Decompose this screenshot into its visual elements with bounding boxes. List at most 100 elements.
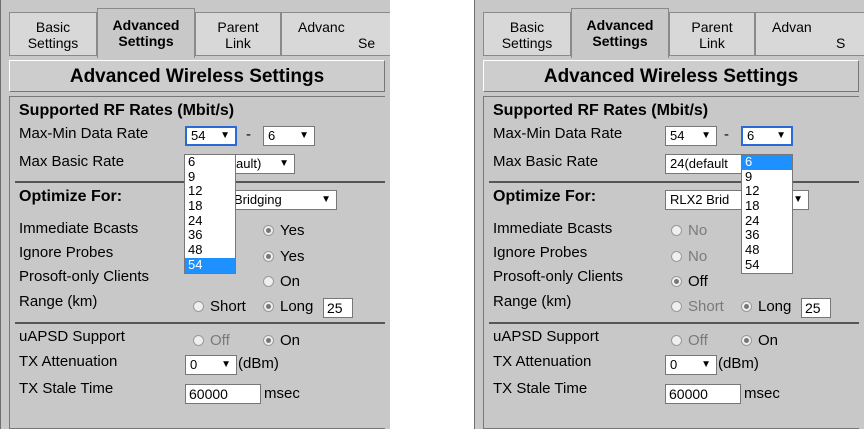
max-rate-select[interactable]: 54 ▼	[665, 126, 717, 146]
ignore-probes-yes-radio[interactable]: Yes	[263, 248, 304, 265]
tab-label-line2: Settings	[118, 33, 174, 49]
ignore-probes-no-radio[interactable]: No	[671, 248, 707, 265]
min-rate-value: 6	[268, 128, 276, 143]
radio-label: No	[688, 248, 708, 265]
tab-parent-link[interactable]: Parent Link	[669, 12, 755, 56]
tx-attenuation-select[interactable]: 0 ▼	[665, 355, 717, 375]
tab-label-line1: Advanced	[586, 17, 654, 33]
radio-icon	[263, 300, 274, 312]
rf-rates-title: Supported RF Rates (Mbit/s)	[493, 102, 709, 119]
min-rate-select[interactable]: 6 ▼	[741, 126, 793, 146]
uapsd-on-radio[interactable]: On	[263, 332, 300, 349]
range-long-radio[interactable]: Long	[263, 298, 313, 315]
radio-icon	[741, 334, 752, 346]
dropdown-option[interactable]: 9	[742, 169, 792, 185]
tx-stale-time-label: TX Stale Time	[19, 380, 114, 397]
dropdown-option[interactable]: 6	[185, 154, 235, 170]
prosoft-clients-off-radio[interactable]: Off	[671, 273, 708, 290]
dropdown-option[interactable]: 12	[742, 184, 792, 199]
section-divider	[489, 322, 859, 324]
max-min-rate-label: Max-Min Data Rate	[493, 125, 623, 142]
radio-label: No	[688, 222, 708, 239]
radio-label: Off	[688, 332, 708, 349]
dropdown-option[interactable]: 36	[742, 228, 792, 243]
tx-attenuation-value: 0	[670, 357, 678, 372]
range-km-label: Range (km)	[19, 293, 98, 310]
tx-attenuation-unit: (dBm)	[238, 355, 279, 372]
dropdown-option[interactable]: 9	[185, 169, 235, 185]
triangle-down-icon: ▼	[701, 359, 711, 370]
tab-label-line1: Parent	[217, 19, 259, 35]
tab-label-line1: Advanced	[112, 17, 180, 33]
tab-label-line2: Settings	[501, 35, 553, 51]
dropdown-option[interactable]: 36	[185, 228, 235, 243]
immediate-bcasts-label: Immediate Bcasts	[19, 220, 139, 237]
tab-parent-link[interactable]: Parent Link	[195, 12, 281, 56]
ignore-probes-label: Ignore Probes	[493, 244, 588, 261]
dropdown-option[interactable]: 12	[185, 184, 235, 199]
settings-panel-left: Basic Settings Advanced Settings Parent …	[0, 0, 390, 429]
tx-attenuation-unit: (dBm)	[718, 355, 759, 372]
uapsd-off-radio[interactable]: Off	[193, 332, 230, 349]
tab-advanced-settings[interactable]: Advanced Settings	[97, 8, 195, 58]
radio-icon	[671, 275, 682, 287]
dropdown-option[interactable]: 24	[742, 213, 792, 229]
min-rate-dropdown-list[interactable]: 6 9 12 18 24 36 48 54	[741, 154, 793, 274]
triangle-down-icon: ▼	[279, 158, 289, 169]
range-km-input[interactable]: 25	[801, 298, 831, 318]
tab-advanced-settings[interactable]: Advanced Settings	[571, 8, 669, 58]
range-short-radio[interactable]: Short	[193, 298, 246, 315]
max-rate-dropdown-list[interactable]: 6 9 12 18 24 36 48 54	[184, 154, 236, 274]
optimize-for-value: RLX2 Brid	[670, 192, 730, 207]
range-short-radio[interactable]: Short	[671, 298, 724, 315]
prosoft-clients-on-radio[interactable]: On	[263, 273, 300, 290]
tab-label-line1: Parent	[691, 19, 733, 35]
tx-attenuation-select[interactable]: 0 ▼	[185, 355, 237, 375]
dropdown-option[interactable]: 48	[742, 242, 792, 258]
max-basic-rate-label: Max Basic Rate	[493, 153, 599, 170]
prosoft-clients-label: Prosoft-only Clients	[19, 268, 150, 285]
tx-stale-time-input[interactable]: 60000	[665, 384, 741, 404]
tab-basic-settings[interactable]: Basic Settings	[483, 12, 571, 56]
immediate-bcasts-yes-radio[interactable]: Yes	[263, 222, 304, 239]
radio-icon	[671, 334, 682, 346]
tab-advanced-security[interactable]: Advanc Se	[281, 12, 390, 56]
tx-stale-time-input[interactable]: 60000	[185, 384, 261, 404]
radio-label: On	[280, 273, 301, 290]
dropdown-option[interactable]: 54	[742, 257, 792, 273]
immediate-bcasts-no-radio[interactable]: No	[671, 222, 707, 239]
radio-label: Long	[280, 298, 314, 315]
uapsd-off-radio[interactable]: Off	[671, 332, 708, 349]
radio-icon	[193, 300, 204, 312]
dropdown-option-selected[interactable]: 6	[742, 154, 792, 170]
page-title: Advanced Wireless Settings	[483, 60, 859, 92]
tab-label-line1: Advanc	[298, 19, 345, 35]
tab-label-line1: Advan	[772, 19, 812, 35]
tab-bar: Basic Settings Advanced Settings Parent …	[9, 8, 390, 58]
dropdown-option[interactable]: 48	[185, 242, 235, 258]
range-km-label: Range (km)	[493, 293, 572, 310]
triangle-down-icon: ▼	[321, 194, 331, 205]
radio-label: Long	[758, 298, 792, 315]
radio-icon	[671, 250, 682, 262]
range-km-input[interactable]: 25	[323, 298, 353, 318]
radio-icon	[193, 334, 204, 346]
radio-label: On	[758, 332, 779, 349]
min-rate-select[interactable]: 6 ▼	[263, 126, 315, 146]
optimize-for-label: Optimize For:	[493, 188, 597, 205]
tab-advanced-security[interactable]: Advan S	[755, 12, 864, 56]
tab-label-line1: Basic	[35, 19, 71, 35]
tab-basic-settings[interactable]: Basic Settings	[9, 12, 97, 56]
prosoft-clients-label: Prosoft-only Clients	[493, 268, 624, 285]
tab-label-line2: S	[836, 35, 846, 51]
uapsd-on-radio[interactable]: On	[741, 332, 778, 349]
immediate-bcasts-label: Immediate Bcasts	[493, 220, 613, 237]
dropdown-option[interactable]: 18	[742, 198, 792, 214]
range-long-radio[interactable]: Long	[741, 298, 791, 315]
dropdown-option[interactable]: 24	[185, 213, 235, 229]
radio-icon	[263, 224, 274, 236]
max-rate-select[interactable]: 54 ▼	[185, 126, 237, 146]
rf-rates-title: Supported RF Rates (Mbit/s)	[19, 102, 235, 119]
dropdown-option[interactable]: 18	[185, 198, 235, 214]
dropdown-option-selected[interactable]: 54	[185, 257, 235, 273]
